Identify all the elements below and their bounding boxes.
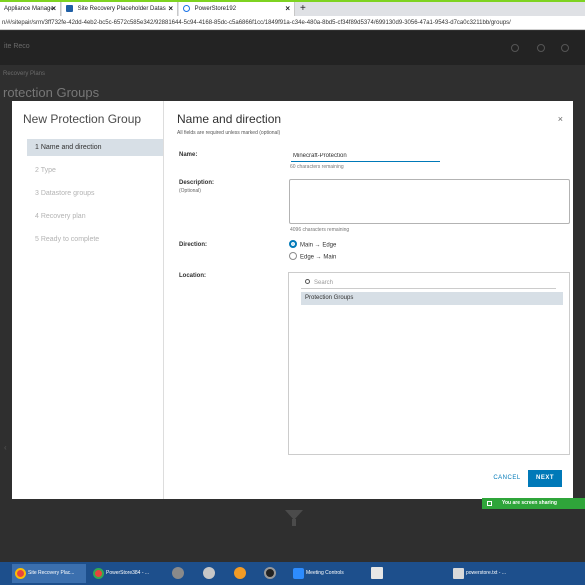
chrome-icon (93, 568, 104, 579)
cancel-button[interactable]: CANCEL (487, 470, 527, 486)
screen-sharing-banner[interactable]: You are screen sharing (482, 498, 585, 509)
direction-option-main-edge[interactable]: Main → Edge (289, 240, 337, 250)
chrome-icon (15, 568, 26, 579)
radio-empty-icon[interactable] (289, 252, 297, 260)
new-tab-button[interactable]: + (300, 2, 306, 16)
search-icon (305, 279, 310, 284)
address-bar[interactable]: n/#/sitepair/srm/3ff732fe-42dd-4eb2-bc5c… (0, 16, 585, 30)
tab-label: Appliance Manage (4, 6, 54, 12)
name-hint: 60 characters remaining (290, 164, 344, 170)
close-tab-icon[interactable]: × (168, 2, 173, 16)
taskbar-item-meeting-controls[interactable]: Meeting Controls (290, 564, 362, 583)
globe-icon (183, 4, 190, 12)
app-icon[interactable] (203, 567, 215, 579)
description-label: Description: (179, 180, 215, 186)
search-placeholder: Search (314, 280, 334, 286)
next-button[interactable]: NEXT (528, 470, 562, 487)
app-icon[interactable] (172, 567, 184, 579)
direction-option-edge-main[interactable]: Edge → Main (289, 252, 337, 262)
browser-tab-site-recovery[interactable]: Site Recovery Placeholder Datas × (62, 2, 178, 16)
taskbar-item-site-recovery[interactable]: Site Recovery Plac... (12, 564, 86, 583)
taskbar-label: PowerStore384 - ... (106, 570, 150, 576)
page-title: rotection Groups (3, 85, 100, 100)
share-icon (487, 501, 492, 506)
app-header: ite Reco (0, 31, 585, 65)
wizard-step-recovery-plan: 4 Recovery plan (35, 213, 86, 220)
vmware-icon (66, 4, 73, 12)
browser-tab-strip: Appliance Manage × Site Recovery Placeho… (0, 2, 585, 16)
screen-sharing-label: You are screen sharing (502, 500, 557, 506)
wizard-step-ready: 5 Ready to complete (35, 236, 100, 243)
close-tab-icon[interactable]: × (51, 2, 56, 16)
taskbar-label: powerstore.txt - ... (466, 570, 507, 576)
name-input[interactable] (291, 151, 440, 162)
taskbar-label: Meeting Controls (306, 570, 344, 576)
browser-tab-powerstore[interactable]: PowerStore192 × (179, 2, 295, 16)
tab-label: PowerStore192 (194, 6, 237, 12)
close-icon[interactable]: × (558, 114, 563, 124)
wizard-step-name-direction[interactable]: 1 Name and direction (27, 139, 163, 156)
radio-selected-icon[interactable] (289, 240, 297, 248)
tree-item-protection-groups[interactable]: Protection Groups (301, 292, 563, 305)
description-field[interactable] (289, 179, 570, 224)
description-hint: 4096 characters remaining (290, 227, 350, 233)
wizard-step-datastore-groups: 3 Datastore groups (35, 190, 95, 197)
product-name: ite Reco (4, 43, 30, 50)
new-protection-group-dialog: New Protection Group 1 Name and directio… (12, 101, 573, 499)
location-search-input[interactable]: Search (301, 278, 556, 289)
description-optional: (Optional) (179, 188, 201, 194)
taskbar-item-powerstore-txt[interactable]: powerstore.txt - ... (450, 564, 526, 583)
help-icon (537, 44, 545, 52)
tab-label: Site Recovery Placeholder Datas (77, 6, 166, 12)
wizard-content: Name and direction All fields are requir… (177, 101, 573, 499)
option-label: Main → Edge (300, 242, 337, 249)
name-label: Name: (179, 152, 198, 158)
window-icon[interactable] (371, 567, 383, 579)
option-label: Edge → Main (300, 254, 337, 261)
location-label: Location: (179, 273, 206, 279)
notepad-icon (453, 568, 464, 579)
firefox-icon[interactable] (234, 567, 246, 579)
wizard-sidebar: New Protection Group 1 Name and directio… (12, 101, 164, 499)
direction-label: Direction: (179, 242, 208, 248)
user-icon (561, 44, 569, 52)
breadcrumb: Recovery Plans (3, 71, 46, 77)
wizard-title: New Protection Group (23, 112, 142, 126)
browser-tab-appliance[interactable]: Appliance Manage × (0, 2, 61, 16)
taskbar-label: Site Recovery Plac... (28, 570, 75, 576)
close-tab-icon[interactable]: × (285, 2, 290, 16)
wizard-step-type: 2 Type (35, 167, 56, 174)
step-title: Name and direction (177, 112, 282, 126)
zoom-icon (293, 568, 304, 579)
chevron-left-icon: ‹ (4, 443, 7, 452)
taskbar-item-powerstore[interactable]: PowerStore384 - ... (90, 564, 160, 583)
step-subtitle: All fields are required unless marked (o… (177, 130, 281, 136)
refresh-icon (511, 44, 519, 52)
app-icon[interactable] (264, 567, 276, 579)
filter-icon-stem (292, 519, 296, 526)
location-tree: Search Protection Groups (288, 272, 570, 455)
taskbar: Site Recovery Plac... PowerStore384 - ..… (0, 562, 585, 585)
